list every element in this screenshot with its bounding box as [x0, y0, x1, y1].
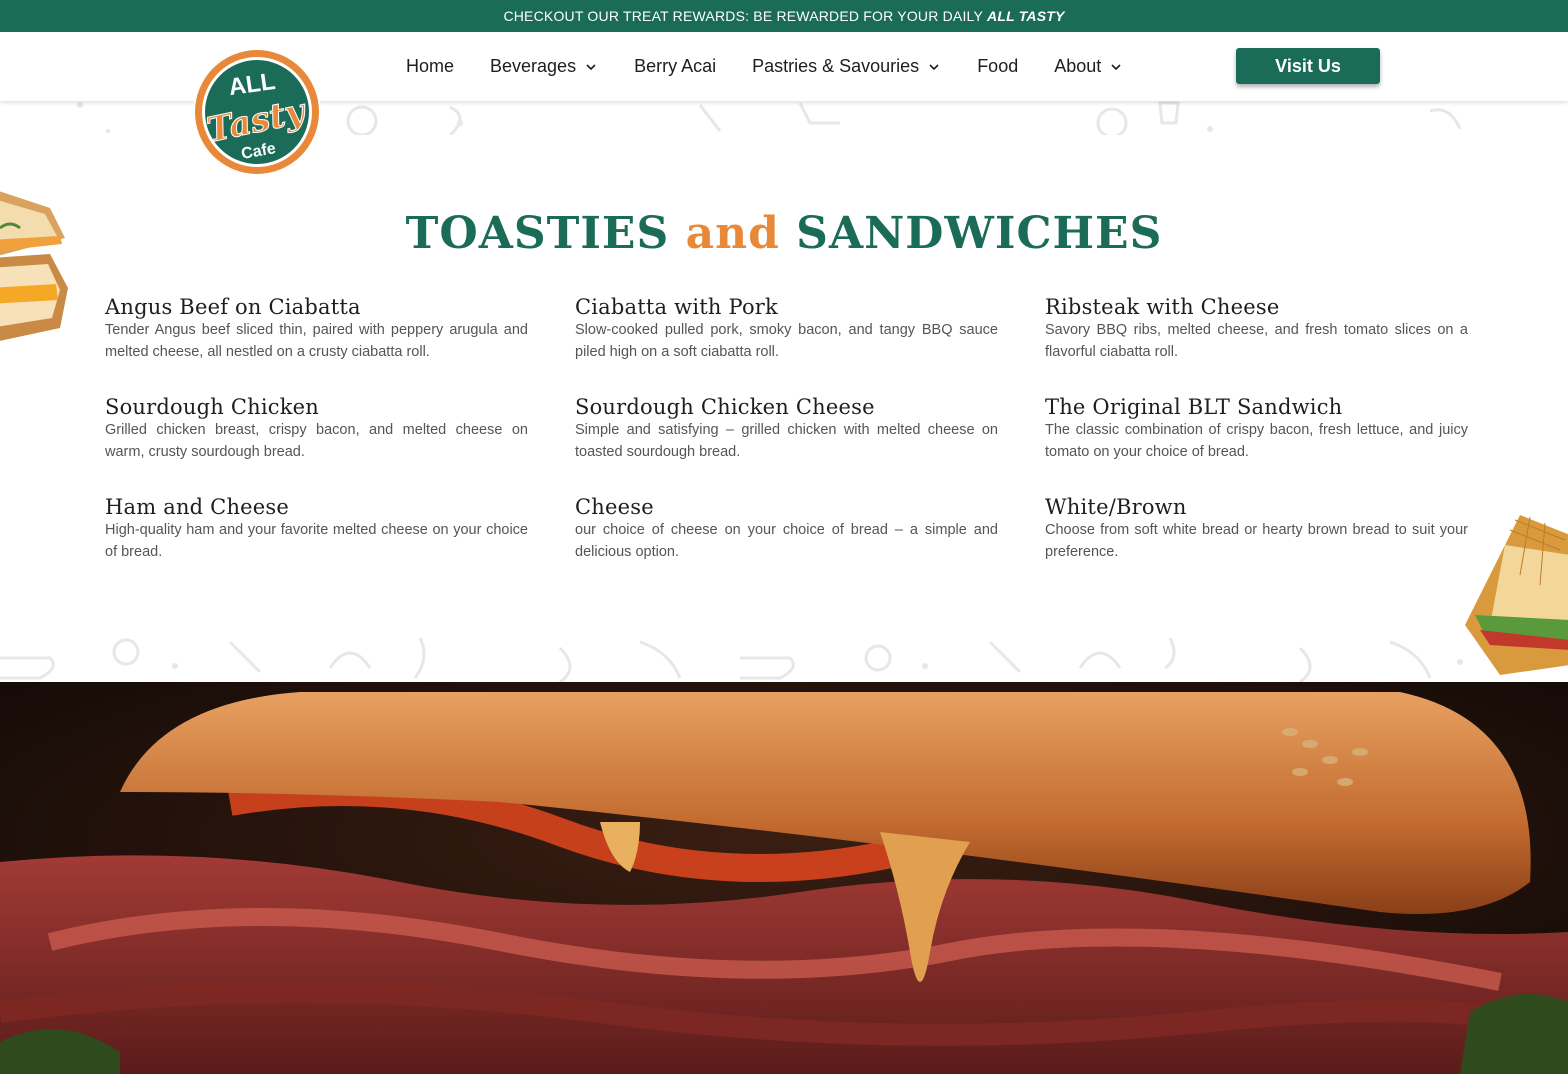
logo[interactable]: ALL Tasty Cafe: [191, 46, 323, 178]
nav-home[interactable]: Home: [406, 56, 454, 77]
nav-home-label: Home: [406, 56, 455, 76]
main-nav: Home Beverages Berry Acai Pastries & Sav…: [406, 32, 1159, 101]
menu-item-desc: Savory BBQ ribs, melted cheese, and fres…: [1045, 322, 1468, 360]
menu-item-name: Cheese: [575, 495, 654, 519]
menu-item-name: The Original BLT Sandwich: [1045, 395, 1343, 419]
menu-item: Sourdough Chicken Cheese Simple and sati…: [575, 394, 998, 463]
rewards-banner-text: CHECKOUT OUR TREAT REWARDS: BE REWARDED …: [503, 8, 984, 24]
nav-food-label: Food: [977, 56, 1019, 76]
menu-item-name: Sourdough Chicken: [105, 395, 319, 419]
menu-item-desc: Slow-cooked pulled pork, smoky bacon, an…: [575, 322, 998, 360]
menu-item-desc: Tender Angus beef sliced thin, paired wi…: [105, 322, 528, 360]
nav-food[interactable]: Food: [977, 56, 1018, 77]
toastie-image-left: [0, 191, 68, 341]
menu-item-desc: our choice of cheese on your choice of b…: [575, 522, 998, 560]
menu-item-name: Ham and Cheese: [105, 495, 290, 519]
nav-berry-acai-label: Berry Acai: [634, 56, 717, 76]
menu-item: Ribsteak with Cheese Savory BBQ ribs, me…: [1045, 294, 1468, 363]
menu-item-name: Sourdough Chicken Cheese: [575, 395, 875, 419]
nav-about[interactable]: About: [1054, 56, 1123, 77]
menu-item: The Original BLT Sandwich The classic co…: [1045, 394, 1468, 463]
menu-item: Ham and Cheese High-quality ham and your…: [105, 494, 528, 563]
menu-item-desc: The classic combination of crispy bacon,…: [1045, 422, 1468, 460]
nav-about-label: About: [1054, 56, 1102, 76]
menu-item-desc: Choose from soft white bread or hearty b…: [1045, 522, 1468, 560]
nav-beverages[interactable]: Beverages: [490, 56, 598, 77]
menu-item-name: Ribsteak with Cheese: [1045, 295, 1280, 319]
food-pattern-bottom: [0, 638, 1463, 682]
rewards-banner-emphasis: ALL TASTY: [987, 8, 1065, 24]
menu-item: Cheese our choice of cheese on your choi…: [575, 494, 998, 563]
menu-item-desc: High-quality ham and your favorite melte…: [105, 522, 528, 560]
title-sandwiches: SANDWICHES: [796, 208, 1163, 259]
menu-item: Ciabatta with Pork Slow-cooked pulled po…: [575, 294, 998, 363]
hero-sandwich-image: [0, 682, 1568, 1074]
nav-pastries-label: Pastries & Savouries: [752, 56, 920, 76]
title-toasties: TOASTIES: [405, 208, 670, 259]
nav-pastries[interactable]: Pastries & Savouries: [752, 56, 941, 77]
title-and: and: [685, 208, 780, 259]
nav-berry-acai[interactable]: Berry Acai: [634, 56, 716, 77]
menu-item-desc: Simple and satisfying – grilled chicken …: [575, 422, 998, 460]
menu-item-name: Angus Beef on Ciabatta: [105, 295, 361, 319]
menu-item: White/Brown Choose from soft white bread…: [1045, 494, 1468, 563]
rewards-banner[interactable]: CHECKOUT OUR TREAT REWARDS: BE REWARDED …: [0, 0, 1568, 32]
menu-item: Angus Beef on Ciabatta Tender Angus beef…: [105, 294, 528, 363]
chevron-down-icon: [1111, 63, 1121, 70]
menu-item-desc: Grilled chicken breast, crispy bacon, an…: [105, 422, 528, 460]
menu-item: Sourdough Chicken Grilled chicken breast…: [105, 394, 528, 463]
menu-item-name: White/Brown: [1045, 495, 1187, 519]
chevron-down-icon: [929, 63, 939, 70]
menu-item-name: Ciabatta with Pork: [575, 295, 778, 319]
nav-beverages-label: Beverages: [490, 56, 577, 76]
chevron-down-icon: [586, 63, 596, 70]
visit-us-button[interactable]: Visit Us: [1236, 48, 1380, 84]
section-title: TOASTIES and SANDWICHES: [0, 208, 1568, 259]
